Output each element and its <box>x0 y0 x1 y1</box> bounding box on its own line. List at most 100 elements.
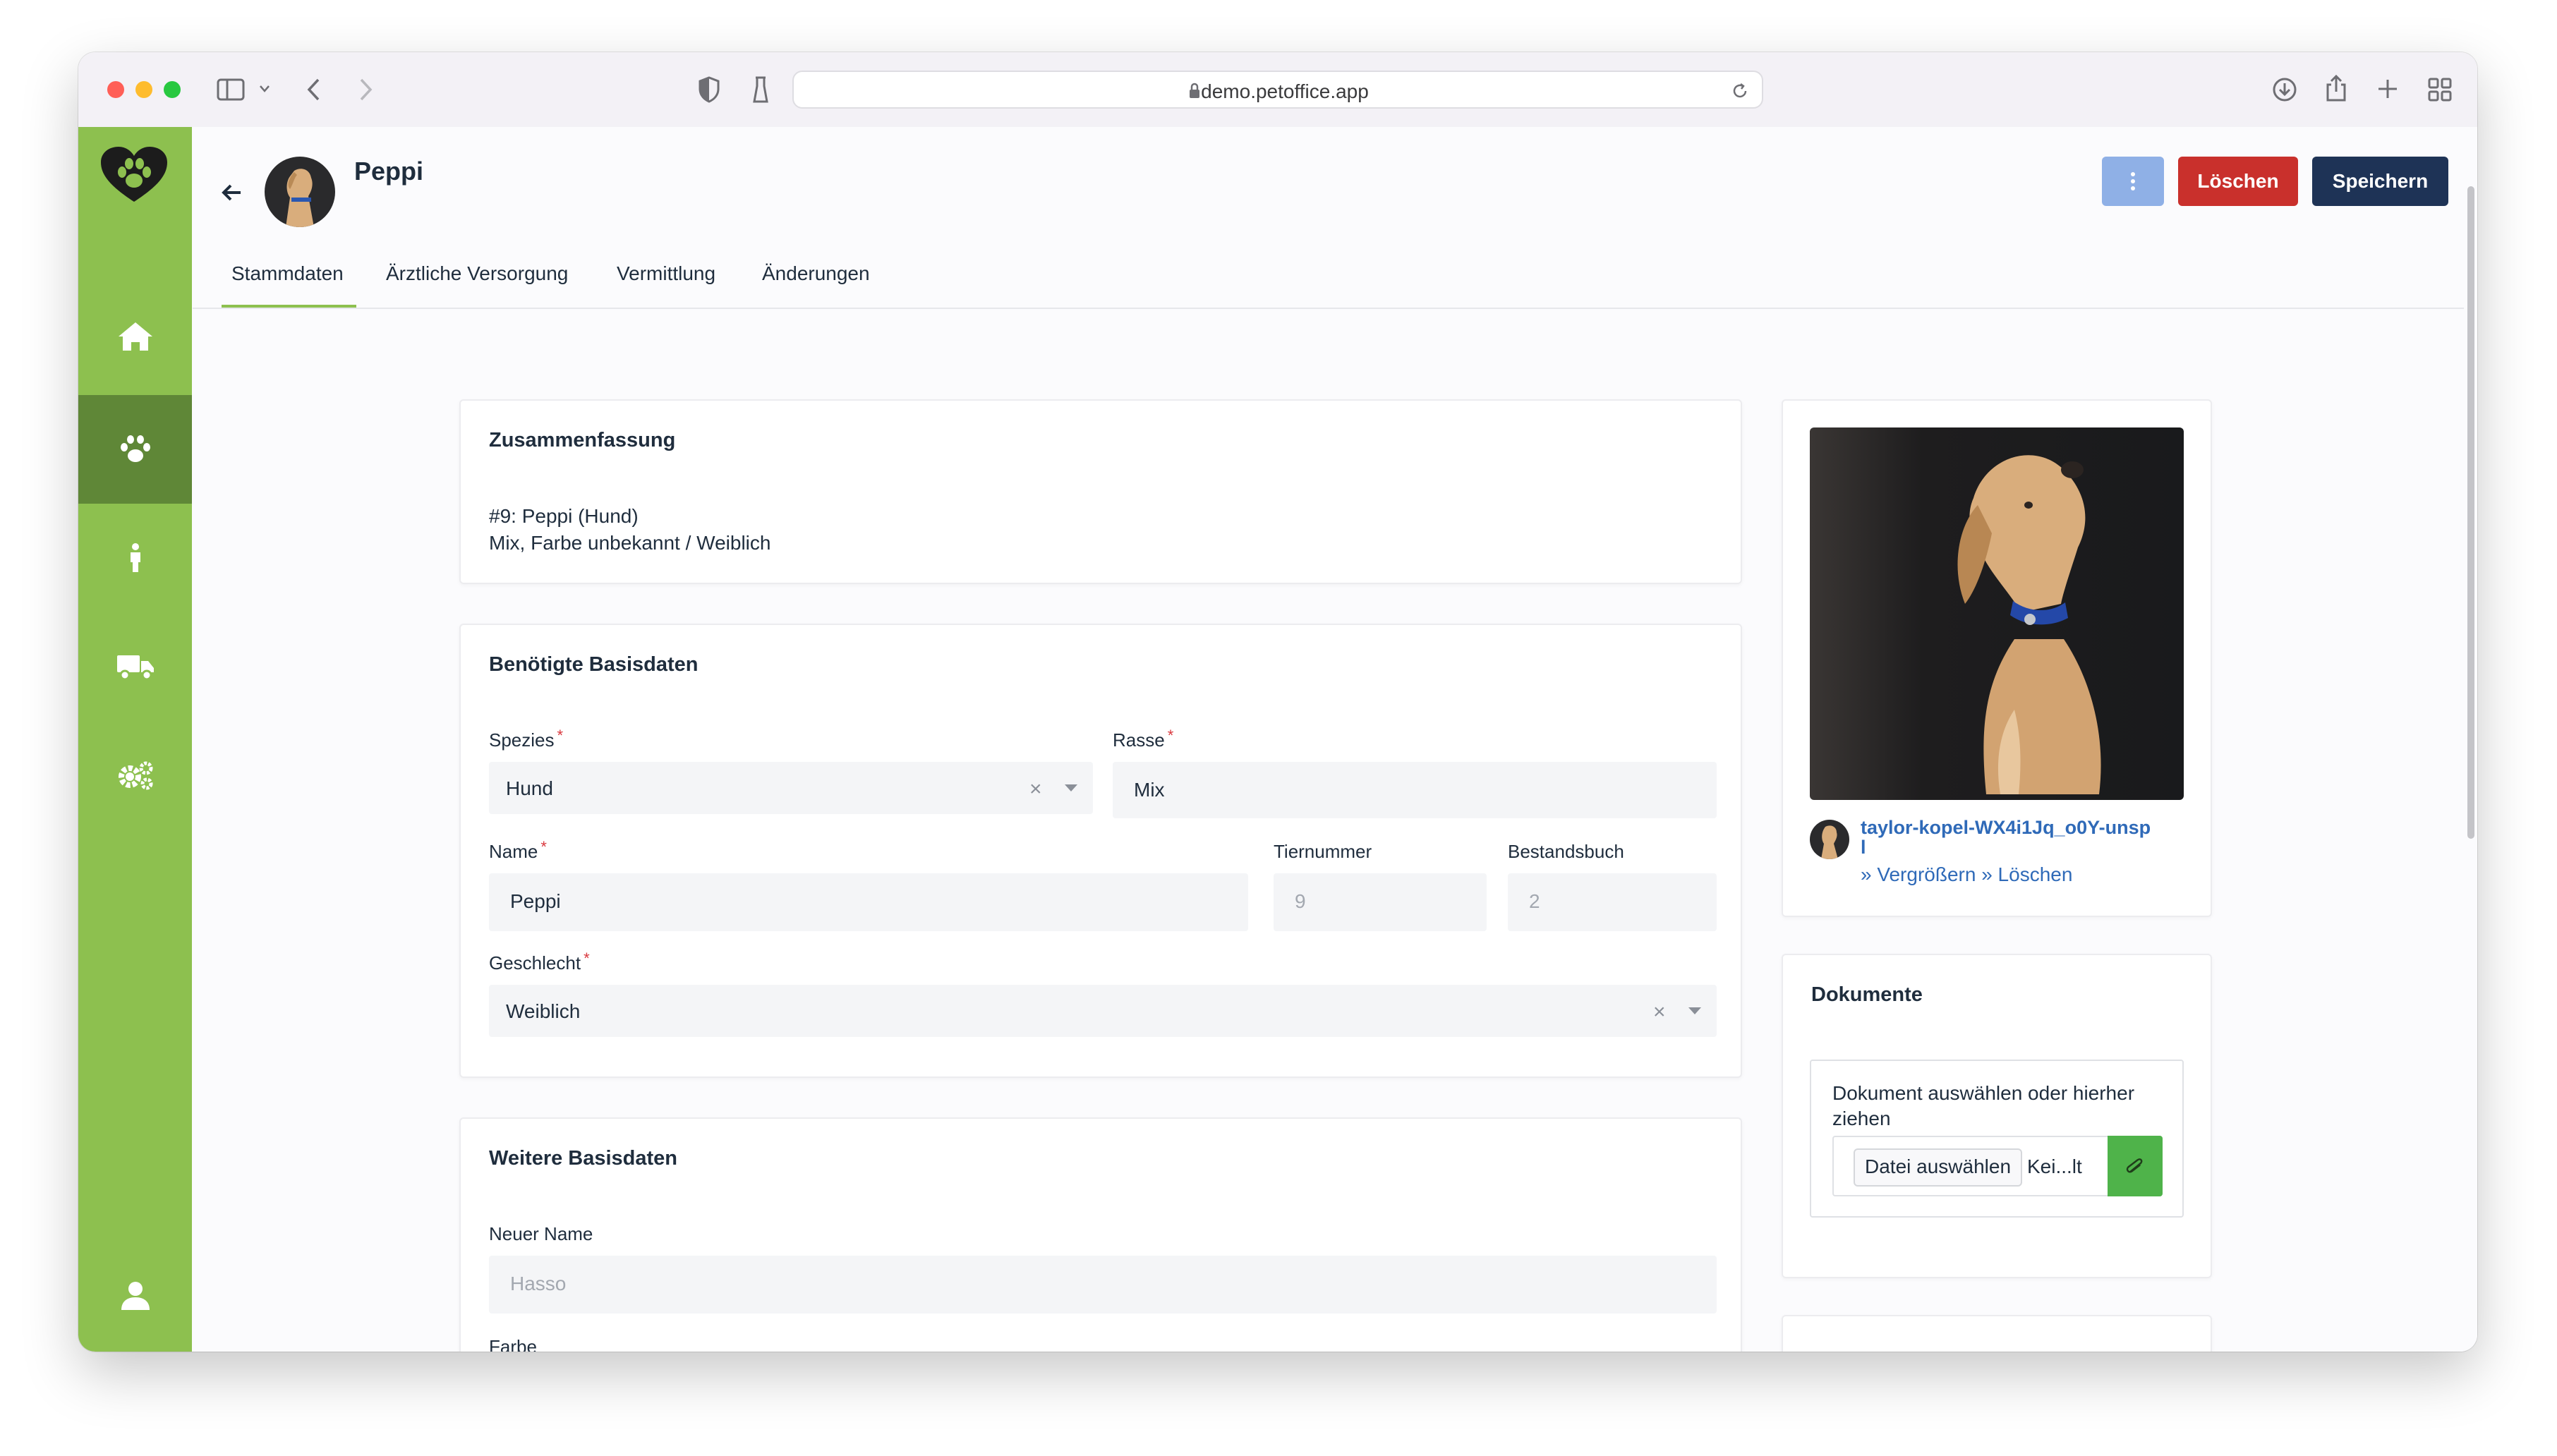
required-marker: * <box>557 727 564 744</box>
name-label-text: Name <box>489 841 538 862</box>
dropzone-text-2: ziehen <box>1832 1108 1891 1129</box>
tab-stammdaten[interactable]: Stammdaten <box>231 262 344 285</box>
species-select[interactable]: Hund × <box>489 762 1093 814</box>
extension-icon[interactable] <box>751 75 770 104</box>
page-scrollbar[interactable] <box>2467 186 2474 839</box>
gears-icon <box>118 761 152 790</box>
species-label-text: Spezies <box>489 729 555 751</box>
animal-number-input[interactable]: 9 <box>1274 873 1487 931</box>
minimize-window-button[interactable] <box>135 81 152 98</box>
required-basic-data-title: Benötigte Basisdaten <box>489 653 699 676</box>
document-dropzone[interactable]: Dokument auswählen oder hierher ziehen D… <box>1810 1060 2184 1218</box>
documents-title: Dokumente <box>1811 983 1923 1006</box>
back-nav-icon[interactable] <box>306 78 322 102</box>
gender-label: Geschlecht * <box>489 950 590 974</box>
species-dropdown-caret-icon[interactable] <box>1065 784 1077 791</box>
tab-overview-icon[interactable] <box>2428 78 2452 102</box>
person-icon <box>130 543 140 572</box>
further-basic-data-title: Weitere Basisdaten <box>489 1147 678 1170</box>
back-arrow-icon[interactable] <box>221 183 242 202</box>
new-tab-icon[interactable] <box>2376 78 2399 100</box>
no-file-text: Kei...lt <box>2027 1155 2082 1177</box>
file-input[interactable]: Datei auswählen Kei...lt <box>1832 1136 2163 1196</box>
new-name-label: Neuer Name <box>489 1223 593 1244</box>
nav-people[interactable] <box>78 504 192 612</box>
home-icon <box>118 322 152 351</box>
app-sidebar <box>78 127 192 1352</box>
photo-filename-cont[interactable]: l <box>1861 837 1866 859</box>
name-value: Peppi <box>510 890 561 912</box>
download-icon[interactable] <box>2271 76 2298 103</box>
photo-thumbnail <box>1810 820 1849 859</box>
tab-changes[interactable]: Änderungen <box>762 262 870 285</box>
choose-file-button[interactable]: Datei auswählen <box>1854 1148 2023 1187</box>
history-card-partial <box>1782 1315 2212 1352</box>
enlarge-photo-link[interactable]: » Vergrößern <box>1861 863 1976 885</box>
delete-photo-link[interactable]: » Löschen <box>1981 863 2072 885</box>
animal-avatar <box>265 157 335 227</box>
delete-button[interactable]: Löschen <box>2178 157 2298 206</box>
breed-label-text: Rasse <box>1113 729 1165 751</box>
paperclip-icon <box>2126 1158 2143 1173</box>
maximize-window-button[interactable] <box>164 81 181 98</box>
required-marker: * <box>540 838 547 856</box>
sidebar-toggle-icon[interactable] <box>217 78 245 102</box>
animal-photo[interactable] <box>1810 427 2184 800</box>
paw-icon <box>120 435 150 462</box>
privacy-shield-icon[interactable] <box>698 76 720 103</box>
vertical-dots-icon <box>2131 172 2135 190</box>
clear-species-icon[interactable]: × <box>1029 777 1042 801</box>
nav-home[interactable] <box>78 282 192 391</box>
new-name-input[interactable]: Hasso <box>489 1256 1717 1314</box>
nav-animals[interactable] <box>78 395 192 504</box>
new-name-placeholder: Hasso <box>510 1273 567 1294</box>
summary-line-1: #9: Peppi (Hund) <box>489 505 639 527</box>
active-tab-indicator <box>222 305 356 308</box>
stock-book-value: 2 <box>1529 890 1540 912</box>
summary-card: Zusammenfassung #9: Peppi (Hund) Mix, Fa… <box>459 399 1742 584</box>
species-value: Hund <box>506 777 553 799</box>
photo-card: taylor-kopel-WX4i1Jq_o0Y-unsp l » Vergrö… <box>1782 399 2212 917</box>
app-logo-icon[interactable] <box>99 145 169 205</box>
user-icon <box>121 1282 150 1310</box>
more-actions-button[interactable] <box>2102 157 2164 206</box>
clear-gender-icon[interactable]: × <box>1653 1000 1666 1024</box>
reload-icon[interactable] <box>1731 82 1749 100</box>
browser-toolbar: demo.petoffice.app <box>78 52 2477 128</box>
gender-value: Weiblich <box>506 1000 581 1022</box>
breed-input[interactable]: Mix <box>1113 762 1717 818</box>
nav-account[interactable] <box>78 1242 192 1350</box>
color-label: Farbe <box>489 1336 537 1352</box>
forward-nav-icon[interactable] <box>357 78 374 102</box>
species-label: Spezies * <box>489 727 564 751</box>
tab-adoption[interactable]: Vermittlung <box>617 262 715 285</box>
save-button[interactable]: Speichern <box>2312 157 2448 206</box>
gender-select[interactable]: Weiblich × <box>489 985 1717 1037</box>
nav-transport[interactable] <box>78 612 192 721</box>
chevron-down-icon[interactable] <box>259 85 270 93</box>
photo-filename[interactable]: taylor-kopel-WX4i1Jq_o0Y-unsp <box>1861 817 2151 839</box>
animal-number-label: Tiernummer <box>1274 841 1372 862</box>
close-window-button[interactable] <box>107 81 124 98</box>
gender-label-text: Geschlecht <box>489 952 581 973</box>
name-input[interactable]: Peppi <box>489 873 1248 931</box>
stock-book-label: Bestandsbuch <box>1508 841 1624 862</box>
breed-value: Mix <box>1134 779 1165 801</box>
gender-dropdown-caret-icon[interactable] <box>1688 1007 1701 1014</box>
attach-button[interactable] <box>2108 1136 2163 1196</box>
tab-divider <box>193 308 2464 309</box>
documents-card: Dokumente Dokument auswählen oder hierhe… <box>1782 954 2212 1278</box>
summary-title: Zusammenfassung <box>489 429 676 451</box>
browser-window: demo.petoffice.app Peppi Löschen Speiche… <box>78 52 2477 1352</box>
summary-line-2: Mix, Farbe unbekannt / Weiblich <box>489 532 771 554</box>
truck-icon <box>116 655 154 681</box>
further-basic-data-card: Weitere Basisdaten Neuer Name Hasso Farb… <box>459 1117 1742 1352</box>
tab-medical-care[interactable]: Ärztliche Versorgung <box>386 262 568 285</box>
animal-number-value: 9 <box>1295 890 1306 912</box>
nav-settings[interactable] <box>78 721 192 830</box>
name-label: Name * <box>489 838 547 863</box>
photo-actions: » Vergrößern » Löschen <box>1861 863 2072 886</box>
address-bar[interactable]: demo.petoffice.app <box>792 71 1763 109</box>
share-icon[interactable] <box>2324 73 2348 103</box>
stock-book-input[interactable]: 2 <box>1508 873 1717 931</box>
